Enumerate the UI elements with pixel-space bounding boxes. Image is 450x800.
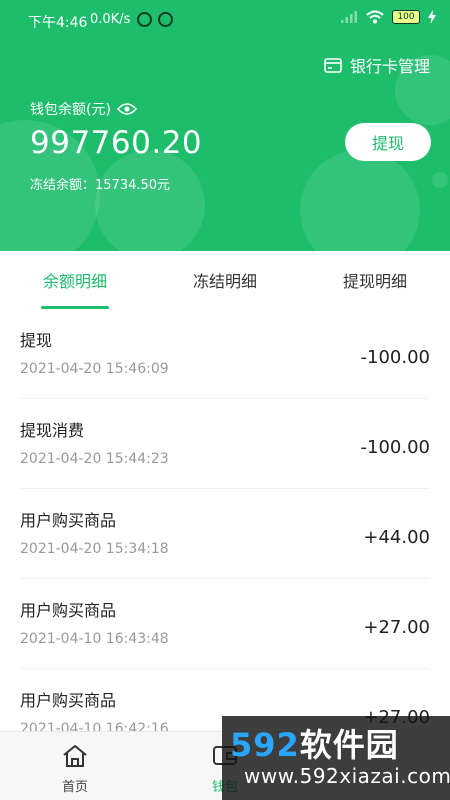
list-item[interactable]: 用户购买商品 2021-04-10 16:43:48 +27.00 [20, 579, 430, 669]
wallet-screen: 下午4:46 0.0K/s 100 银行卡管理 钱包余额(元) 997760.2… [0, 0, 450, 800]
wallet-balance-amount: 997760.20 [30, 125, 203, 161]
status-speed: 0.0K/s [90, 12, 131, 27]
nav-label-home: 首页 [61, 780, 88, 795]
frozen-balance-label: 冻结余额： [30, 178, 96, 193]
watermark-brand: 592软件园 [230, 720, 399, 766]
bank-card-icon [324, 57, 342, 73]
transaction-amount: +27.00 [363, 617, 430, 638]
wallet-balance-caption: 钱包余额(元) [30, 102, 111, 118]
decor-bubble [95, 150, 205, 251]
transaction-date: 2021-04-20 15:44:23 [20, 451, 169, 467]
transaction-list: 提现 2021-04-20 15:46:09 -100.00 提现消费 2021… [0, 309, 450, 731]
battery-icon: 100 [392, 10, 420, 24]
frozen-balance-value: 15734.50元 [95, 178, 171, 193]
decor-bubble [300, 150, 420, 251]
nav-item-home[interactable]: 首页 [20, 732, 130, 800]
status-time: 下午4:46 [28, 15, 88, 31]
withdraw-button[interactable]: 提现 [345, 123, 431, 161]
watermark-number: 592 [230, 726, 300, 764]
transaction-title: 用户购买商品 [20, 691, 117, 710]
transaction-date: 2021-04-10 16:42:16 [20, 721, 169, 731]
wallet-balance-label: 钱包余额(元) [30, 99, 137, 119]
transaction-date: 2021-04-20 15:34:18 [20, 541, 169, 557]
wallet-header: 下午4:46 0.0K/s 100 银行卡管理 钱包余额(元) 997760.2… [0, 0, 450, 251]
home-icon [63, 745, 87, 767]
transaction-date: 2021-04-20 15:46:09 [20, 361, 169, 377]
signal-icon [341, 11, 357, 23]
transaction-title: 用户购买商品 [20, 511, 117, 530]
list-item[interactable]: 提现消费 2021-04-20 15:44:23 -100.00 [20, 399, 430, 489]
watermark: 592软件园 www.592xiazai.com [222, 716, 450, 800]
tab-balance-detail[interactable]: 余额明细 [0, 251, 150, 309]
tab-frozen-detail[interactable]: 冻结明细 [150, 251, 300, 309]
transaction-amount: +44.00 [363, 527, 430, 548]
charging-icon [428, 10, 436, 24]
transaction-amount: -100.00 [360, 347, 430, 368]
decor-bubble [432, 172, 448, 188]
tab-withdraw-detail[interactable]: 提现明细 [300, 251, 450, 309]
notification-icon [158, 12, 173, 27]
frozen-balance: 冻结余额：15734.50元 [30, 174, 170, 193]
transaction-title: 用户购买商品 [20, 601, 117, 620]
status-right: 100 [340, 10, 436, 24]
detail-tabs: 余额明细 冻结明细 提现明细 [0, 251, 450, 310]
transaction-amount: -100.00 [360, 437, 430, 458]
transaction-title: 提现消费 [20, 421, 85, 440]
watermark-url: www.592xiazai.com [244, 764, 450, 788]
list-item[interactable]: 用户购买商品 2021-04-20 15:34:18 +44.00 [20, 489, 430, 579]
transaction-date: 2021-04-10 16:43:48 [20, 631, 169, 647]
transaction-title: 提现 [20, 331, 53, 350]
bank-card-manage-label: 银行卡管理 [349, 57, 430, 76]
wifi-icon [366, 10, 384, 24]
notification-icon [137, 12, 152, 27]
eye-icon[interactable] [116, 102, 137, 116]
status-bar: 下午4:46 0.0K/s 100 [0, 0, 450, 40]
watermark-name: 软件园 [299, 726, 399, 764]
list-item[interactable]: 提现 2021-04-20 15:46:09 -100.00 [20, 309, 430, 399]
bank-card-manage-button[interactable]: 银行卡管理 [324, 54, 430, 76]
